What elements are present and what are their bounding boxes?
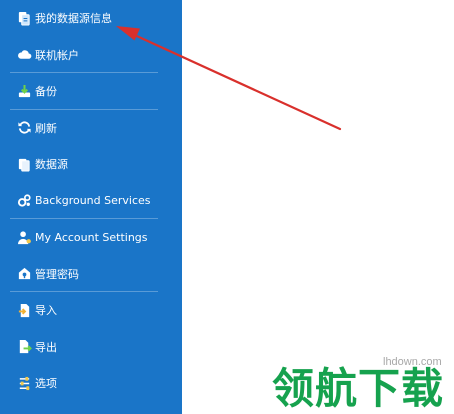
options-icon (17, 376, 32, 391)
sidebar-item-data-source[interactable]: 数据源 (0, 146, 182, 183)
sidebar-item-my-account-settings[interactable]: My Account Settings (0, 219, 182, 256)
sidebar-item-label: 刷新 (35, 121, 57, 135)
sidebar-item-my-data-source-info[interactable]: 我的数据源信息 (0, 0, 182, 37)
backup-download-icon (17, 84, 32, 99)
sidebar-nav: 我的数据源信息 联机帐户 备份 刷新 数据源 Background Servic… (0, 0, 182, 402)
sidebar-item-label: 联机帐户 (35, 48, 79, 62)
cloud-icon (17, 47, 32, 62)
sidebar-item-label: 我的数据源信息 (35, 12, 112, 26)
sidebar-item-label: 管理密码 (35, 267, 79, 281)
sidebar-item-label: 导出 (35, 340, 57, 354)
sidebar-item-manage-password[interactable]: 管理密码 (0, 256, 182, 293)
sidebar-item-backup[interactable]: 备份 (0, 73, 182, 110)
password-icon (17, 266, 32, 281)
gears-icon (17, 193, 32, 208)
sidebar-item-online-account[interactable]: 联机帐户 (0, 37, 182, 74)
sidebar-item-export[interactable]: 导出 (0, 329, 182, 366)
sidebar-item-label: 数据源 (35, 158, 68, 172)
sidebar-item-label: 选项 (35, 377, 57, 391)
sidebar-item-background-services[interactable]: Background Services (0, 183, 182, 220)
watermark-brand: 领航下载 (272, 364, 445, 413)
sidebar-item-label: My Account Settings (35, 230, 148, 244)
main-content-area (182, 0, 454, 414)
sidebar-item-label: Background Services (35, 194, 151, 208)
sidebar-item-import[interactable]: 导入 (0, 292, 182, 329)
sidebar-item-label: 备份 (35, 85, 57, 99)
import-icon (17, 303, 32, 318)
sidebar-item-label: 导入 (35, 304, 57, 318)
sidebar: 我的数据源信息 联机帐户 备份 刷新 数据源 Background Servic… (0, 0, 182, 414)
sidebar-item-options[interactable]: 选项 (0, 365, 182, 402)
export-icon (17, 339, 32, 354)
data-source-icon (17, 157, 32, 172)
database-info-icon (17, 11, 32, 26)
sidebar-item-refresh[interactable]: 刷新 (0, 110, 182, 147)
refresh-icon (17, 120, 32, 135)
user-settings-icon (17, 230, 32, 245)
